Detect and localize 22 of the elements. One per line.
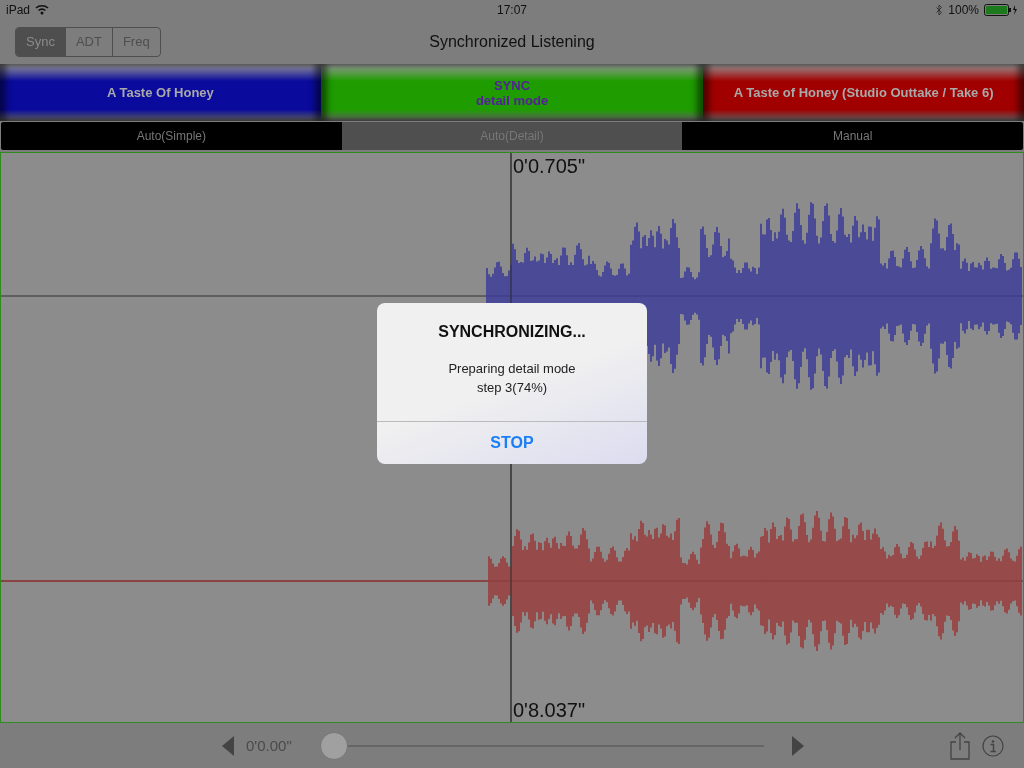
- position-slider[interactable]: [320, 731, 764, 760]
- stop-button[interactable]: STOP: [377, 421, 647, 464]
- dialog-title: SYNCHRONIZING...: [438, 323, 586, 341]
- next-icon[interactable]: [792, 735, 804, 756]
- track-button[interactable]: A Taste of Honey (Studio Outtake / Take 6): [703, 63, 1024, 122]
- dialog-message: Preparing detail mode step 3(74%): [448, 360, 576, 397]
- bottom-time-label: 0'8.037": [513, 699, 586, 723]
- battery-percent: 100%: [948, 2, 979, 17]
- battery-icon: [984, 3, 1018, 16]
- clock-time: 17:07: [497, 2, 527, 17]
- info-icon[interactable]: [982, 734, 1004, 757]
- device-name: iPad: [6, 2, 31, 17]
- share-icon[interactable]: [950, 731, 970, 760]
- slider-thumb[interactable]: [320, 731, 348, 760]
- screen-title: Synchronized Listening: [429, 32, 595, 51]
- mode-tab[interactable]: Sync: [16, 27, 65, 56]
- track-button[interactable]: A Taste Of Honey: [0, 63, 321, 122]
- wifi-icon: [35, 4, 50, 16]
- sync-button[interactable]: SYNC detail mode: [320, 63, 704, 122]
- previous-icon[interactable]: [222, 735, 234, 756]
- bluetooth-icon: [936, 3, 944, 16]
- top-time-label: 0'0.705": [513, 155, 586, 179]
